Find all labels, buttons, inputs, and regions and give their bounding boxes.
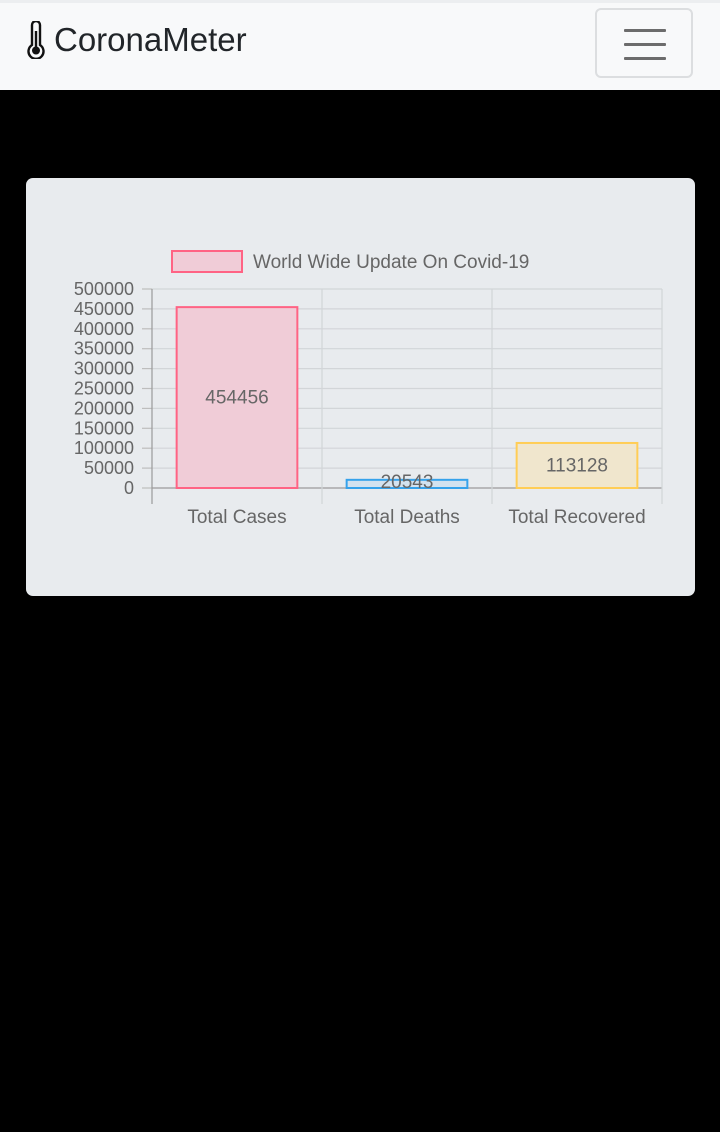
y-tick-label: 500000: [74, 279, 134, 299]
y-tick-label: 350000: [74, 339, 134, 359]
x-category-label: Total Deaths: [354, 507, 460, 528]
x-category-label: Total Recovered: [508, 507, 645, 528]
y-tick-label: 50000: [84, 458, 134, 478]
brand-link[interactable]: CoronaMeter: [24, 20, 247, 60]
brand-name: CoronaMeter: [54, 21, 247, 58]
y-tick-label: 0: [124, 478, 134, 498]
data-label: 113128: [546, 455, 608, 476]
covid-bar-chart: 5000004500004000003500003000002500002000…: [74, 250, 663, 528]
y-tick-label: 150000: [74, 418, 134, 438]
y-tick-label: 250000: [74, 379, 134, 399]
x-category-label: Total Cases: [187, 507, 286, 528]
legend-label: World Wide Update On Covid-19: [253, 252, 529, 273]
chart-card: 500000 450000 400000 350000 300000 250000 2000…: [26, 178, 695, 596]
y-tick-label: 100000: [74, 438, 134, 458]
y-tick-label: 200000: [74, 398, 134, 418]
navbar-toggle-button[interactable]: [595, 8, 693, 78]
y-tick-label: 300000: [74, 359, 134, 379]
thermometer-icon: [27, 21, 45, 59]
data-label: 20543: [381, 472, 434, 493]
y-tick-label: 450000: [74, 299, 134, 319]
y-tick-label: 400000: [74, 319, 134, 339]
legend-swatch: [171, 250, 243, 273]
data-label: 454456: [205, 388, 268, 409]
navbar: CoronaMeter: [0, 0, 720, 90]
